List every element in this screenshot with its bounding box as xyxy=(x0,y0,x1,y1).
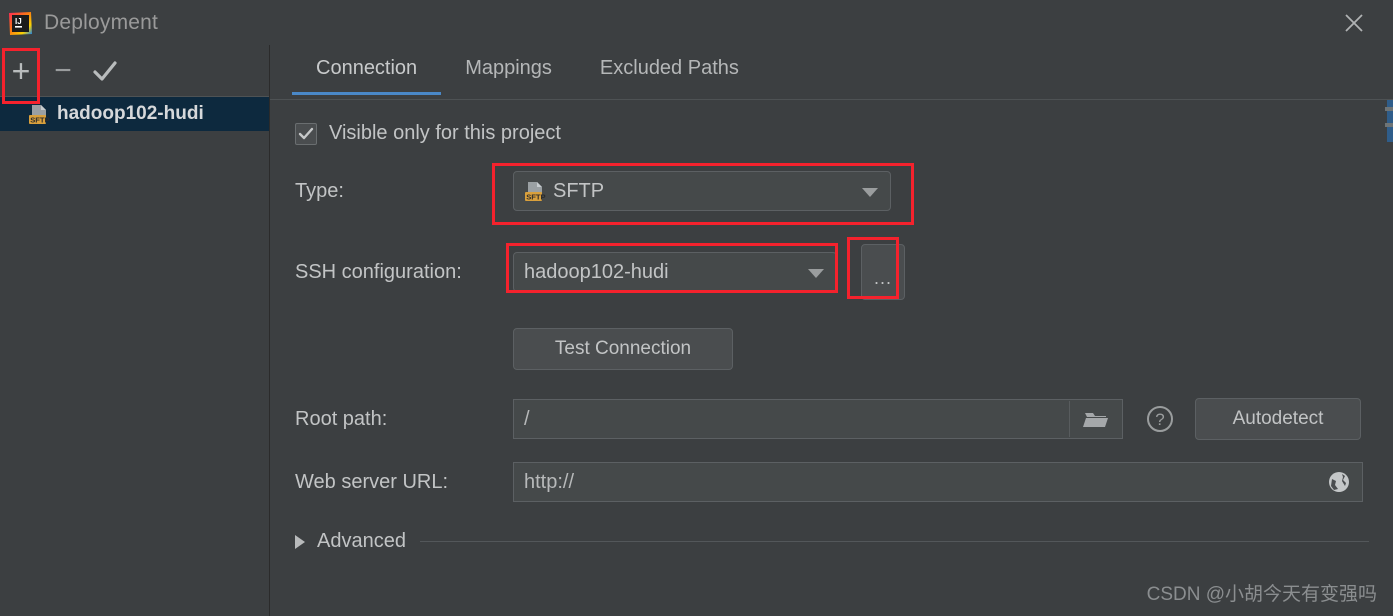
svg-text:IJ: IJ xyxy=(15,17,22,26)
type-row: Type: SFTP SFTP xyxy=(295,171,1393,211)
window-title: Deployment xyxy=(44,10,159,34)
plus-icon: + xyxy=(11,52,31,89)
section-divider xyxy=(419,541,1369,542)
ssh-configuration-label: SSH configuration: xyxy=(295,260,462,283)
visible-only-label: Visible only for this project xyxy=(329,122,561,144)
deployment-dialog: IJ Deployment + − SFTP hadoop102-hudi Co… xyxy=(0,0,1393,616)
advanced-section-toggle[interactable]: Advanced xyxy=(295,530,1393,553)
web-server-url-input[interactable]: http:// xyxy=(513,462,1363,502)
minus-icon: − xyxy=(54,53,72,87)
chevron-down-icon xyxy=(862,188,878,197)
web-server-url-value: http:// xyxy=(524,470,575,493)
connection-panel: Connection Mappings Excluded Paths Visib… xyxy=(270,45,1393,616)
remove-server-button[interactable]: − xyxy=(42,49,84,93)
test-connection-button[interactable]: Test Connection xyxy=(513,328,733,370)
visible-only-checkbox[interactable] xyxy=(295,122,317,145)
web-server-url-label: Web server URL: xyxy=(295,470,449,493)
type-combobox[interactable]: SFTP SFTP xyxy=(513,171,891,211)
check-icon xyxy=(93,60,117,81)
root-path-row: Root path: / ? Autodetect xyxy=(295,398,1393,440)
connection-form: Visible only for this project Type: SFTP… xyxy=(270,122,1393,553)
test-connection-row: Test Connection xyxy=(295,328,1393,370)
list-item-label: hadoop102-hudi xyxy=(57,103,204,124)
sftp-icon: SFTP xyxy=(524,180,546,202)
tab-bar: Connection Mappings Excluded Paths xyxy=(270,45,1393,100)
autodetect-label: Autodetect xyxy=(1232,408,1324,429)
type-value: SFTP xyxy=(553,179,605,202)
tab-mappings[interactable]: Mappings xyxy=(441,55,576,94)
open-in-browser-icon[interactable] xyxy=(1326,469,1352,495)
servers-toolbar: + − xyxy=(0,45,269,97)
title-bar: IJ Deployment xyxy=(0,0,1393,45)
svg-text:SFTP: SFTP xyxy=(30,115,49,124)
ssh-configuration-combobox[interactable]: hadoop102-hudi xyxy=(513,252,837,292)
close-icon[interactable] xyxy=(1337,6,1371,40)
browse-folder-button[interactable] xyxy=(1069,401,1121,437)
help-glyph: ? xyxy=(1155,409,1165,429)
root-path-value: / xyxy=(524,407,530,430)
intellij-idea-logo-icon: IJ xyxy=(6,9,34,37)
scroll-marker xyxy=(1385,123,1393,127)
ssh-configuration-browse-button[interactable]: ... xyxy=(861,244,905,300)
visible-only-row: Visible only for this project xyxy=(295,122,1393,145)
type-label: Type: xyxy=(295,179,344,202)
autodetect-button[interactable]: Autodetect xyxy=(1195,398,1361,440)
advanced-label: Advanced xyxy=(317,530,406,552)
root-path-input[interactable]: / xyxy=(513,399,1123,439)
list-item[interactable]: SFTP hadoop102-hudi xyxy=(0,97,269,131)
folder-icon xyxy=(1082,413,1108,427)
root-path-label: Root path: xyxy=(295,407,388,430)
tab-connection[interactable]: Connection xyxy=(292,55,442,95)
web-server-url-row: Web server URL: http:// xyxy=(295,462,1393,502)
svg-text:SFTP: SFTP xyxy=(526,192,545,201)
scroll-marker xyxy=(1385,107,1393,111)
sftp-icon: SFTP xyxy=(28,103,50,125)
tab-connection-label: Connection xyxy=(316,57,418,79)
ssh-configuration-value: hadoop102-hudi xyxy=(524,260,669,283)
ssh-configuration-row: SSH configuration: hadoop102-hudi ... xyxy=(295,244,1393,300)
add-server-button[interactable]: + xyxy=(0,49,42,93)
watermark: CSDN @小胡今天有变强吗 xyxy=(1146,584,1377,605)
globe-icon xyxy=(1329,472,1349,492)
chevron-right-icon xyxy=(295,534,305,549)
servers-panel: + − SFTP hadoop102-hudi xyxy=(0,45,270,616)
chevron-down-icon xyxy=(808,269,824,278)
checkmark-icon xyxy=(298,127,314,139)
tab-excluded-paths-label: Excluded Paths xyxy=(599,57,739,79)
test-connection-label: Test Connection xyxy=(554,338,692,359)
help-icon[interactable]: ? xyxy=(1147,406,1173,432)
ellipsis-icon: ... xyxy=(873,268,892,288)
tab-excluded-paths[interactable]: Excluded Paths xyxy=(576,55,763,94)
tab-mappings-label: Mappings xyxy=(465,57,552,79)
apply-server-button[interactable] xyxy=(84,49,126,93)
